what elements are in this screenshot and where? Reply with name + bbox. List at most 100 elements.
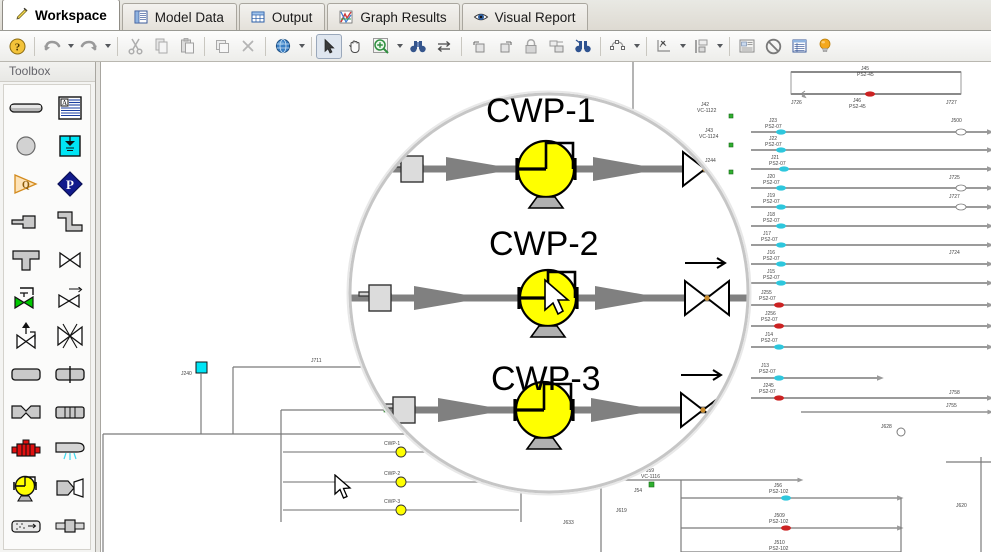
cut-icon[interactable]	[122, 34, 148, 59]
globe-dropdown-arrow[interactable]	[296, 34, 307, 59]
chart-icon	[338, 9, 354, 25]
row-label-tag-1: PS2-07	[765, 142, 782, 148]
toolbar-separator-3	[204, 36, 205, 56]
list-icon[interactable]	[786, 34, 812, 59]
toolbox-panel: Toolbox A Q P	[0, 62, 96, 552]
label-j244: J244	[705, 158, 716, 164]
svg-text:A: A	[62, 99, 67, 107]
check-valve-tool[interactable]	[49, 280, 91, 316]
tab-graph-results-label: Graph Results	[360, 9, 447, 25]
small-label-cwp-2: CWP-2	[384, 471, 400, 477]
tab-visual-report[interactable]: Visual Report	[461, 3, 589, 30]
annotation-icon[interactable]	[651, 34, 677, 59]
valve-tool[interactable]	[49, 242, 91, 278]
bottom-row-tag-2: PS2-102	[769, 546, 789, 552]
select-pointer-icon[interactable]	[316, 33, 342, 59]
orifice-tool[interactable]	[49, 356, 91, 392]
lightbulb-icon[interactable]	[812, 34, 838, 59]
assigned-pressure-tool[interactable]: P	[49, 166, 91, 202]
notes-panel-icon[interactable]	[734, 34, 760, 59]
toolbar-separator-5	[311, 36, 312, 56]
magnifier-label-cwp-2: CWP-2	[489, 225, 599, 263]
spray-discharge-tool[interactable]	[49, 432, 91, 468]
align-icon[interactable]	[688, 34, 714, 59]
label-ps2-45-a: PS2-45	[857, 72, 874, 78]
annotation-tool[interactable]: A	[49, 90, 91, 126]
reservoir-tool[interactable]	[5, 356, 47, 392]
disable-icon[interactable]	[760, 34, 786, 59]
assigned-flow-tool[interactable]: Q	[5, 166, 47, 202]
paste-icon[interactable]	[174, 34, 200, 59]
send-to-back-icon[interactable]	[492, 34, 518, 59]
svg-text:Q: Q	[22, 180, 30, 191]
delete-icon[interactable]	[235, 34, 261, 59]
toolbar-separator-8	[646, 36, 647, 56]
row-end-12: J758	[949, 390, 960, 396]
row-label-tag-5: PS2-07	[763, 218, 780, 224]
label-j628: J628	[881, 424, 892, 430]
polyline-dropdown-arrow[interactable]	[631, 34, 642, 59]
label-j620: J620	[956, 503, 967, 509]
pipe-row: J23 PS2-07 J500	[751, 118, 991, 136]
eye-icon	[473, 9, 489, 25]
workspace-canvas[interactable]: J45 PS2-45 J46 PS2-45 J726 J727 J23 PS2-…	[101, 62, 991, 552]
heat-exchanger-tool[interactable]	[49, 394, 91, 430]
globe-icon[interactable]	[270, 34, 296, 59]
find-binoculars-icon[interactable]	[405, 34, 431, 59]
zoom-dropdown-arrow[interactable]	[394, 34, 405, 59]
duplicate-icon[interactable]	[209, 34, 235, 59]
label-j54: J54	[634, 488, 642, 494]
pipe-row: J15 PS2-07	[751, 269, 991, 286]
svg-text:?: ?	[14, 41, 20, 53]
undo-icon[interactable]	[39, 34, 65, 59]
row-label-tag-9: PS2-07	[759, 296, 776, 302]
relief-valve-tool[interactable]	[5, 318, 47, 354]
dead-end-tool[interactable]	[5, 204, 47, 240]
copy-icon[interactable]	[148, 34, 174, 59]
tee-tool[interactable]	[5, 242, 47, 278]
undo-dropdown-arrow[interactable]	[65, 34, 76, 59]
screen-tool[interactable]	[5, 508, 47, 544]
align-dropdown-arrow[interactable]	[714, 34, 725, 59]
label-j755: J755	[946, 403, 957, 409]
weir-tool[interactable]	[5, 546, 47, 552]
grid-icon	[250, 9, 266, 25]
application-window: Workspace Model Data Output Graph Result…	[0, 0, 991, 552]
pan-hand-icon[interactable]	[342, 34, 368, 59]
row-end-4: J727	[949, 194, 960, 200]
tab-graph-results[interactable]: Graph Results	[327, 3, 460, 30]
pipe-tool[interactable]	[5, 90, 47, 126]
control-valve-tool[interactable]	[5, 280, 47, 316]
tab-workspace[interactable]: Workspace	[2, 0, 120, 30]
tab-model-data[interactable]: Model Data	[121, 3, 237, 30]
bring-to-front-icon[interactable]	[466, 34, 492, 59]
label-j619: J619	[616, 508, 627, 514]
find-object-icon[interactable]	[570, 34, 596, 59]
ungroup-icon[interactable]	[544, 34, 570, 59]
polyline-icon[interactable]	[605, 34, 631, 59]
zoom-icon[interactable]	[368, 34, 394, 59]
main-toolbar: ?	[0, 31, 991, 62]
general-component-tool[interactable]	[49, 508, 91, 544]
label-j726: J726	[791, 100, 802, 106]
tab-visual-report-label: Visual Report	[494, 9, 576, 25]
label-vc-1122: VC-1122	[697, 108, 717, 114]
three-way-valve-tool[interactable]	[49, 318, 91, 354]
reverse-flow-icon[interactable]	[431, 34, 457, 59]
help-icon[interactable]: ?	[4, 34, 30, 59]
pump-tool[interactable]	[5, 470, 47, 506]
magnifier-lens[interactable]	[346, 90, 756, 496]
annotation-dropdown-arrow[interactable]	[677, 34, 688, 59]
redo-icon[interactable]	[76, 34, 102, 59]
venturi-tool[interactable]	[5, 394, 47, 430]
junction-tool[interactable]	[5, 128, 47, 164]
tank-tool[interactable]	[49, 128, 91, 164]
redo-dropdown-arrow[interactable]	[102, 34, 113, 59]
nozzle-tool[interactable]	[49, 470, 91, 506]
row-label-tag-6: PS2-07	[761, 237, 778, 243]
pump-red-tool[interactable]	[5, 432, 47, 468]
lock-icon[interactable]	[518, 34, 544, 59]
tab-output[interactable]: Output	[238, 3, 326, 30]
bend-tool[interactable]	[49, 204, 91, 240]
row-end-3: J725	[949, 175, 960, 181]
